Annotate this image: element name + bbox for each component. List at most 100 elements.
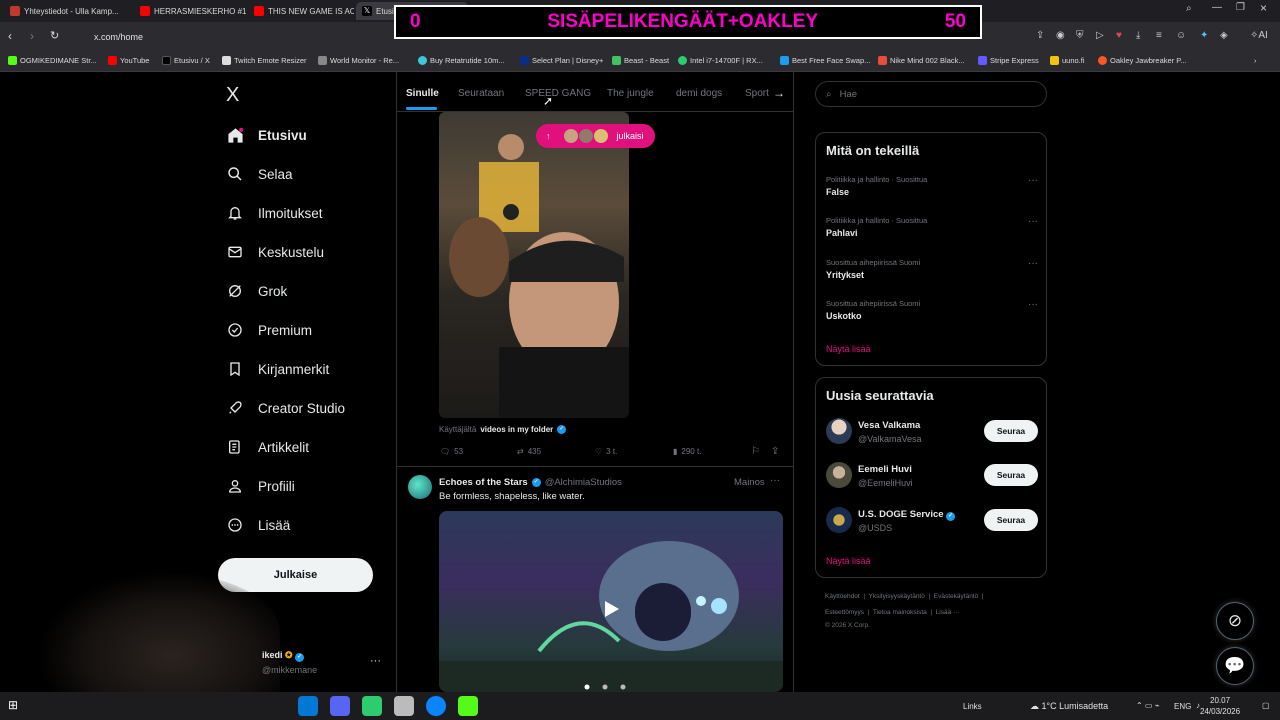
post-author[interactable]: Echoes of the Stars <box>439 477 528 488</box>
source-user[interactable]: videos in my folder <box>480 425 553 434</box>
close-window-icon[interactable]: × <box>1260 1 1267 15</box>
share-icon[interactable]: ⇪ <box>771 446 779 457</box>
notifications-icon[interactable]: ▢ <box>1262 701 1270 710</box>
bookmark-item[interactable]: Select Plan | Disney+ <box>520 56 603 65</box>
ai-icon[interactable]: ✧AI <box>1250 30 1268 41</box>
menu-icon[interactable]: ≡ <box>1156 30 1162 41</box>
browser-tab[interactable]: THIS NEW GAME IS ACTU... <box>248 2 354 20</box>
footer-link[interactable]: Lisää ··· <box>936 609 960 616</box>
follow-button[interactable]: Seuraa <box>984 420 1038 442</box>
shield-icon[interactable]: ⛨ <box>1076 30 1084 41</box>
profile-icon[interactable]: ☺ <box>1176 30 1186 41</box>
footer-link[interactable]: Yksityisyyskäytäntö <box>869 593 925 600</box>
discord-icon[interactable] <box>330 696 350 716</box>
nav-item-home[interactable]: Etusivu <box>226 126 307 144</box>
bookmark-item[interactable]: Intel i7-14700F | RX... <box>678 56 763 65</box>
post-video[interactable] <box>439 112 629 418</box>
tab-sport[interactable]: Sport <box>745 88 769 99</box>
x-logo[interactable]: X <box>226 84 239 107</box>
bookmark-item[interactable]: uuno.fi <box>1050 56 1085 65</box>
weather-widget[interactable]: ☁ 1°C Lumisadetta <box>1030 701 1108 712</box>
footer-link[interactable]: Käyttöehdot <box>825 593 860 600</box>
links-toolbar[interactable]: Links <box>963 702 982 711</box>
account-switcher[interactable]: ikedi ✪ ✓ <box>262 650 305 662</box>
share-icon[interactable]: ⇪ <box>1036 30 1044 41</box>
nav-item-more[interactable]: Lisää <box>226 516 290 534</box>
footer-link[interactable]: Evästekäytäntö <box>934 593 978 600</box>
avatar[interactable] <box>408 475 432 499</box>
bookmark-item[interactable]: Beast - Beast <box>612 56 669 65</box>
app-icon[interactable] <box>394 696 414 716</box>
windows-start-icon[interactable]: ⊞ <box>8 698 18 712</box>
edge-icon[interactable] <box>426 696 446 716</box>
bookmark-item[interactable]: Twitch Emote Resizer <box>222 56 307 65</box>
language-indicator[interactable]: ENG <box>1174 702 1191 711</box>
post-handle[interactable]: @AlchimiaStudios <box>545 477 622 488</box>
nav-item-bookmarks[interactable]: Kirjanmerkit <box>226 360 329 378</box>
search-input[interactable]: ⌕ Hae <box>815 81 1047 107</box>
more-icon[interactable]: ··· <box>1028 258 1038 269</box>
extension-icon[interactable]: ✦ <box>1200 30 1208 41</box>
bookmark-item[interactable]: World Monitor - Re... <box>318 56 399 65</box>
nav-item-profile[interactable]: Profiili <box>226 477 295 495</box>
bookmark-item[interactable]: Nike Mind 002 Black... <box>878 56 965 65</box>
more-icon[interactable]: ··· <box>1028 175 1038 186</box>
app-icon[interactable] <box>362 696 382 716</box>
show-more-link[interactable]: Näytä lisää <box>826 556 871 566</box>
bookmark-item[interactable]: Etusivu / X <box>162 56 210 65</box>
heart-icon[interactable]: ♥ <box>1116 30 1122 41</box>
more-icon[interactable]: ··· <box>1028 216 1038 227</box>
bookmark-item[interactable]: Oakley Jawbreaker P... <box>1098 56 1187 65</box>
grok-float-icon[interactable]: ⊘ <box>1216 602 1254 640</box>
bookmark-item[interactable]: Buy Retatrutide 10m... <box>418 56 505 65</box>
like-action[interactable]: ♡ 3 t. <box>595 447 617 456</box>
footer-link[interactable]: Esteettömyys <box>825 609 864 616</box>
nav-item-articles[interactable]: Artikkelit <box>226 438 309 456</box>
kick-icon[interactable] <box>458 696 478 716</box>
back-icon[interactable]: ‹ <box>8 29 12 43</box>
footer-link[interactable]: Tietoa mainoksista <box>873 609 927 616</box>
bookmark-icon[interactable]: ⚐ <box>751 446 760 457</box>
nav-item-creator-studio[interactable]: Creator Studio <box>226 399 345 417</box>
reload-icon[interactable]: ↻ <box>50 29 59 42</box>
arrow-right-icon[interactable]: → <box>773 86 785 100</box>
trend-item[interactable]: Politiikka ja hallinto · Suosittua Pahla… <box>826 216 1038 238</box>
nav-item-explore[interactable]: Selaa <box>226 165 293 183</box>
nav-item-notifications[interactable]: Ilmoitukset <box>226 204 323 222</box>
trend-item[interactable]: Suosittua aihepiirissä Suomi Uskotko ··· <box>826 299 1038 321</box>
repost-action[interactable]: ⇄ 435 <box>517 447 541 456</box>
app-icon[interactable] <box>298 696 318 716</box>
follow-suggestion[interactable]: Eemeli Huvi @EemeliHuvi Seuraa <box>826 462 1038 492</box>
search-tabs-icon[interactable]: ⌕ <box>1186 3 1192 14</box>
nav-item-premium[interactable]: Premium <box>226 321 312 339</box>
tab-following[interactable]: Seurataan <box>458 88 504 99</box>
tab-for-you[interactable]: Sinulle <box>406 88 439 99</box>
follow-button[interactable]: Seuraa <box>984 509 1038 531</box>
play-icon[interactable]: ▷ <box>1096 30 1104 41</box>
show-more-link[interactable]: Näytä lisää <box>826 344 871 354</box>
follow-suggestion[interactable]: U.S. DOGE Service ✓ @USDS Seuraa <box>826 507 1038 537</box>
chat-float-icon[interactable]: 💬 <box>1216 647 1254 685</box>
clock-time[interactable]: 20.07 <box>1210 696 1230 705</box>
follow-suggestion[interactable]: Vesa Valkama @ValkamaVesa Seuraa <box>826 418 1038 448</box>
tab-the-jungle[interactable]: The jungle <box>607 88 654 99</box>
bookmark-item[interactable]: Best Free Face Swap... <box>780 56 870 65</box>
bookmark-item[interactable]: YouTube <box>108 56 149 65</box>
maximize-icon[interactable]: ❐ <box>1236 2 1245 13</box>
tab-demi-dogs[interactable]: demi dogs <box>676 88 722 99</box>
nav-item-messages[interactable]: Keskustelu <box>226 243 324 261</box>
views-action[interactable]: ▮ 290 t. <box>673 447 701 456</box>
tray-icons[interactable]: ⌃ ▭ ⌁ <box>1136 701 1160 710</box>
bookmarks-overflow-icon[interactable]: › <box>1254 56 1257 65</box>
trend-item[interactable]: Suosittua aihepiirissä Suomi Yritykset ·… <box>826 258 1038 280</box>
browser-tab[interactable]: HERRASMIESKERHO #15... <box>134 2 246 20</box>
minimize-icon[interactable]: — <box>1212 2 1222 13</box>
trend-item[interactable]: Politiikka ja hallinto · Suosittua False… <box>826 175 1038 197</box>
bookmark-item[interactable]: Stripe Express <box>978 56 1039 65</box>
reply-action[interactable]: 🗨 53 <box>440 447 463 456</box>
ad-video[interactable] <box>439 511 783 692</box>
camera-icon[interactable]: ◉ <box>1056 30 1065 41</box>
tab-speed-gang[interactable]: SPEED GANG <box>525 88 591 99</box>
browser-tab[interactable]: Yhteystiedot - Ulla Kamp... <box>4 2 132 20</box>
nav-item-grok[interactable]: Grok <box>226 282 287 300</box>
